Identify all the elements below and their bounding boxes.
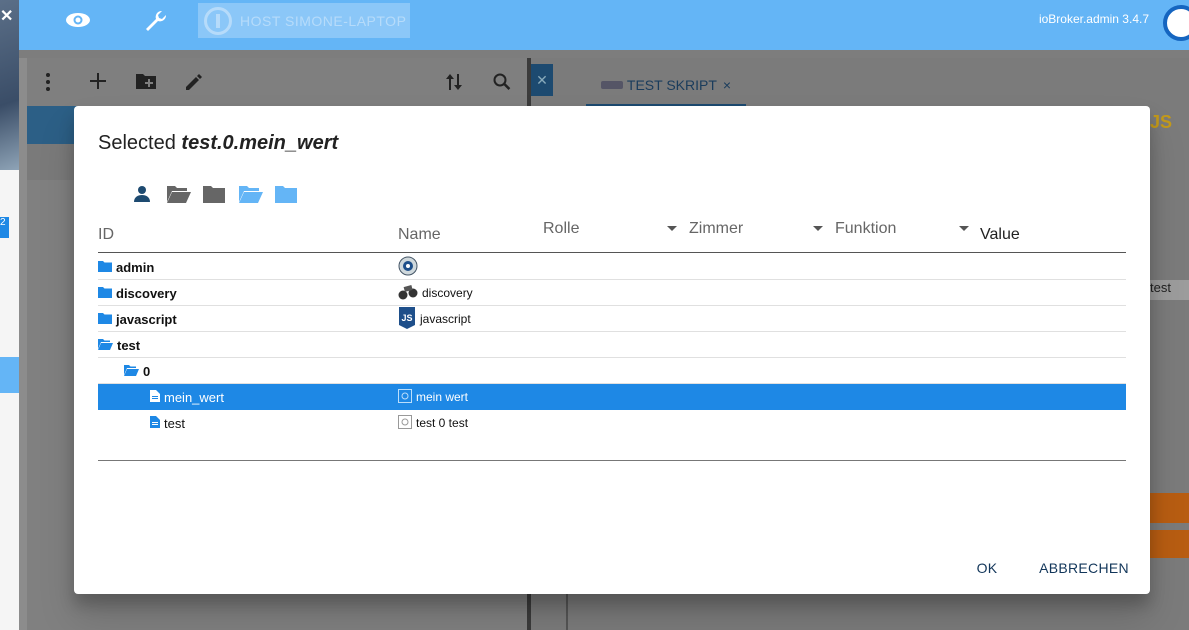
file-icon	[150, 389, 160, 405]
chevron-down-icon	[959, 226, 969, 231]
filter-toolbar	[130, 182, 310, 206]
header-divider	[98, 252, 1126, 253]
host-label: HOST SIMONE-LAPTOP	[240, 12, 407, 29]
close-icon[interactable]: ✕	[0, 6, 13, 26]
row-name: javascript	[420, 312, 471, 326]
table-row[interactable]: discovery discovery	[98, 280, 1126, 306]
folder-open-icon[interactable]	[124, 364, 139, 379]
folder-icon[interactable]	[98, 260, 112, 275]
dialog-title: Selected test.0.mein_wert	[98, 132, 338, 155]
select-id-dialog: Selected test.0.mein_wert ID Name Rolle …	[74, 106, 1150, 594]
table-row[interactable]: javascript JS javascript	[98, 306, 1126, 332]
app-version: ioBroker.admin 3.4.7	[1038, 12, 1149, 26]
js-icon: JS	[398, 306, 416, 332]
chevron-down-icon	[667, 226, 677, 231]
svg-text:JS: JS	[401, 313, 412, 323]
blockly-icon	[600, 81, 623, 89]
tab-close-icon[interactable]: ×	[723, 77, 731, 93]
object-tree: admin discovery discovery javascript JS …	[98, 254, 1126, 436]
column-filter-function[interactable]: Funktion	[835, 218, 969, 252]
row-id: javascript	[116, 311, 177, 327]
search-icon[interactable]	[492, 72, 512, 98]
sidebar-background-image: ✕	[0, 0, 19, 170]
admin-icon	[398, 256, 418, 279]
folder-icon[interactable]	[98, 312, 112, 327]
wrench-icon[interactable]	[143, 8, 169, 39]
row-id: discovery	[116, 285, 177, 301]
table-row[interactable]: 0	[98, 358, 1126, 384]
table-row[interactable]: admin	[98, 254, 1126, 280]
edit-icon[interactable]	[184, 72, 204, 98]
column-filter-role[interactable]: Rolle	[543, 218, 677, 252]
cancel-button[interactable]: ABBRECHEN	[1036, 552, 1132, 584]
chevron-down-icon	[813, 226, 823, 231]
host-selector[interactable]: HOST SIMONE-LAPTOP	[198, 3, 410, 38]
app-topbar	[0, 0, 1189, 50]
folder-icon[interactable]	[202, 184, 226, 204]
folder-open-blue-icon[interactable]	[238, 184, 263, 204]
row-name: discovery	[422, 286, 473, 300]
row-name: mein wert	[416, 390, 469, 404]
dialog-title-value: test.0.mein_wert	[181, 132, 339, 154]
folder-blue-icon[interactable]	[274, 184, 298, 204]
more-vert-icon[interactable]	[45, 72, 51, 98]
row-id: admin	[116, 259, 155, 275]
table-row-selected[interactable]: mein_wert mein wert	[98, 384, 1126, 410]
row-id: mein_wert	[164, 389, 224, 405]
block-label: test	[1148, 280, 1189, 300]
state-icon	[398, 414, 412, 432]
add-icon[interactable]	[89, 72, 107, 96]
sidebar-badge: 2	[0, 217, 9, 238]
row-id: 0	[143, 363, 151, 379]
blockly-block[interactable]	[1150, 530, 1189, 558]
table-row[interactable]: test test 0 test	[98, 410, 1126, 436]
ok-button[interactable]: OK	[970, 552, 1004, 584]
blockly-block[interactable]	[1150, 493, 1189, 523]
tab-label: TEST SKRIPT	[626, 77, 717, 93]
person-icon[interactable]	[130, 184, 154, 204]
column-filter-room[interactable]: Zimmer	[689, 218, 823, 252]
tab-test-skript[interactable]: TEST SKRIPT ×	[586, 66, 746, 106]
table-row[interactable]: test	[98, 332, 1126, 358]
close-editor-icon[interactable]: ✕	[531, 64, 553, 96]
js-badge: JS	[1150, 112, 1173, 132]
scripts-toolbar	[27, 58, 527, 106]
topbar-shadow	[0, 50, 1189, 58]
state-icon	[398, 388, 412, 406]
sidebar	[0, 170, 19, 630]
folder-open-icon[interactable]	[98, 338, 113, 353]
row-name: test 0 test	[416, 416, 469, 430]
row-id: test	[164, 415, 185, 431]
eye-icon[interactable]	[65, 8, 91, 37]
sidebar-selected-item[interactable]	[0, 357, 19, 393]
table-bottom-divider	[98, 460, 1126, 461]
binoculars-icon	[398, 284, 418, 303]
add-folder-icon[interactable]	[135, 72, 157, 96]
row-id: test	[117, 337, 141, 353]
iobroker-logo-icon	[204, 6, 232, 35]
folder-open-icon[interactable]	[166, 184, 191, 204]
folder-icon[interactable]	[98, 286, 112, 301]
dialog-title-prefix: Selected	[98, 132, 176, 154]
file-icon	[150, 415, 160, 431]
sort-icon[interactable]	[445, 72, 463, 98]
